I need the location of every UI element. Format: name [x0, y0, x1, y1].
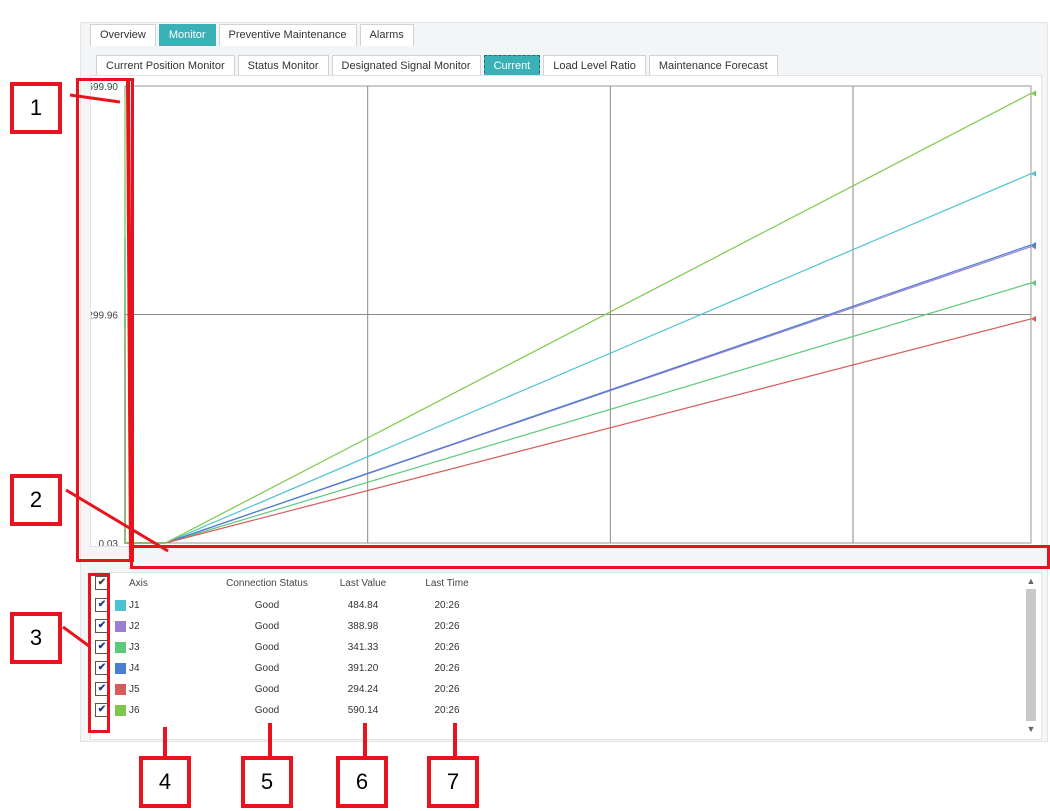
callout-7: 7 — [427, 756, 479, 808]
tab-alarms[interactable]: Alarms — [359, 24, 414, 46]
table-row: ✔ J3 Good 341.33 20:26 — [91, 637, 1021, 658]
header-connection-status: Connection Status — [226, 578, 308, 589]
table-row: ✔ J5 Good 294.24 20:26 — [91, 679, 1021, 700]
series-line-j1 — [124, 169, 1032, 544]
series-color-swatch — [115, 684, 126, 695]
cell-last-time: 20:26 — [434, 705, 460, 716]
callout-4: 4 — [139, 756, 191, 808]
series-line-j6 — [124, 92, 1032, 544]
series-color-swatch — [115, 663, 126, 674]
cell-last-value: 341.33 — [347, 642, 379, 653]
main-tab-bar: Overview Monitor Preventive Maintenance … — [90, 24, 414, 46]
highlight-checkboxes — [88, 573, 110, 733]
cell-last-value: 294.24 — [347, 684, 379, 695]
series-color-swatch — [115, 621, 126, 632]
callout-6: 6 — [336, 756, 388, 808]
cell-last-value: 388.98 — [347, 621, 379, 632]
tab-monitor[interactable]: Monitor — [158, 24, 216, 46]
cell-last-time: 20:26 — [434, 600, 460, 611]
cell-connection-status: Good — [254, 642, 280, 653]
callout-3: 3 — [10, 612, 62, 664]
cell-axis: J3 — [129, 642, 140, 653]
current-chart-container: 19:3019:4520:0020:15599.90299.960.03 — [87, 75, 1042, 564]
series-color-swatch — [115, 705, 126, 716]
cell-last-value: 590.14 — [347, 705, 379, 716]
callout-1: 1 — [10, 82, 62, 134]
highlight-x-axis — [130, 545, 1050, 569]
cell-connection-status: Good — [254, 684, 280, 695]
cell-last-time: 20:26 — [434, 621, 460, 632]
series-line-j2 — [124, 238, 1032, 544]
cell-connection-status: Good — [254, 600, 280, 611]
cell-last-time: 20:26 — [434, 684, 460, 695]
cell-axis: J1 — [129, 600, 140, 611]
series-color-swatch — [115, 642, 126, 653]
callout-2: 2 — [10, 474, 62, 526]
scroll-up-icon[interactable]: ▲ — [1025, 575, 1037, 587]
scroll-thumb[interactable] — [1026, 589, 1036, 721]
cell-connection-status: Good — [254, 621, 280, 632]
subtab-load-level-ratio[interactable]: Load Level Ratio — [543, 55, 646, 77]
header-axis: Axis — [129, 578, 148, 589]
cell-last-value: 484.84 — [347, 600, 379, 611]
table-row: ✔ J2 Good 388.98 20:26 — [91, 616, 1021, 637]
tab-preventive-maintenance[interactable]: Preventive Maintenance — [218, 24, 357, 46]
cell-last-time: 20:26 — [434, 642, 460, 653]
subtab-maintenance-forecast[interactable]: Maintenance Forecast — [648, 55, 778, 77]
subtab-designated-signal-monitor[interactable]: Designated Signal Monitor — [331, 55, 481, 77]
cell-connection-status: Good — [254, 663, 280, 674]
callout-5: 5 — [241, 756, 293, 808]
cell-axis: J4 — [129, 663, 140, 674]
table-row: ✔ J1 Good 484.84 20:26 — [91, 595, 1021, 616]
table-scrollbar[interactable]: ▲ ▼ — [1025, 575, 1037, 735]
series-line-j5 — [124, 314, 1032, 544]
series-color-swatch — [115, 600, 126, 611]
series-line-j4 — [124, 238, 1032, 544]
cell-axis: J2 — [129, 621, 140, 632]
subtab-status-monitor[interactable]: Status Monitor — [237, 55, 329, 77]
cell-last-value: 391.20 — [347, 663, 379, 674]
cell-axis: J5 — [129, 684, 140, 695]
axis-table: ✔ Axis Connection Status Last Value Last… — [90, 572, 1042, 740]
current-chart: 19:3019:4520:0020:15599.90299.960.03 — [87, 82, 1036, 564]
series-end-marker-j6 — [1031, 90, 1036, 97]
series-line-j3 — [124, 276, 1032, 544]
cell-axis: J6 — [129, 705, 140, 716]
cell-last-time: 20:26 — [434, 663, 460, 674]
table-row: ✔ J4 Good 391.20 20:26 — [91, 658, 1021, 679]
table-row: ✔ J6 Good 590.14 20:26 — [91, 700, 1021, 721]
cell-connection-status: Good — [254, 705, 280, 716]
series-end-marker-j1 — [1031, 170, 1036, 177]
highlight-y-axis — [76, 78, 134, 562]
header-last-time: Last Time — [425, 578, 469, 589]
header-last-value: Last Value — [339, 578, 387, 589]
series-end-marker-j5 — [1031, 315, 1036, 322]
series-end-marker-j3 — [1031, 279, 1036, 286]
tab-overview[interactable]: Overview — [90, 24, 156, 46]
subtab-current-position-monitor[interactable]: Current Position Monitor — [96, 55, 235, 77]
scroll-down-icon[interactable]: ▼ — [1025, 723, 1037, 735]
table-header-row: ✔ Axis Connection Status Last Value Last… — [91, 573, 1021, 594]
